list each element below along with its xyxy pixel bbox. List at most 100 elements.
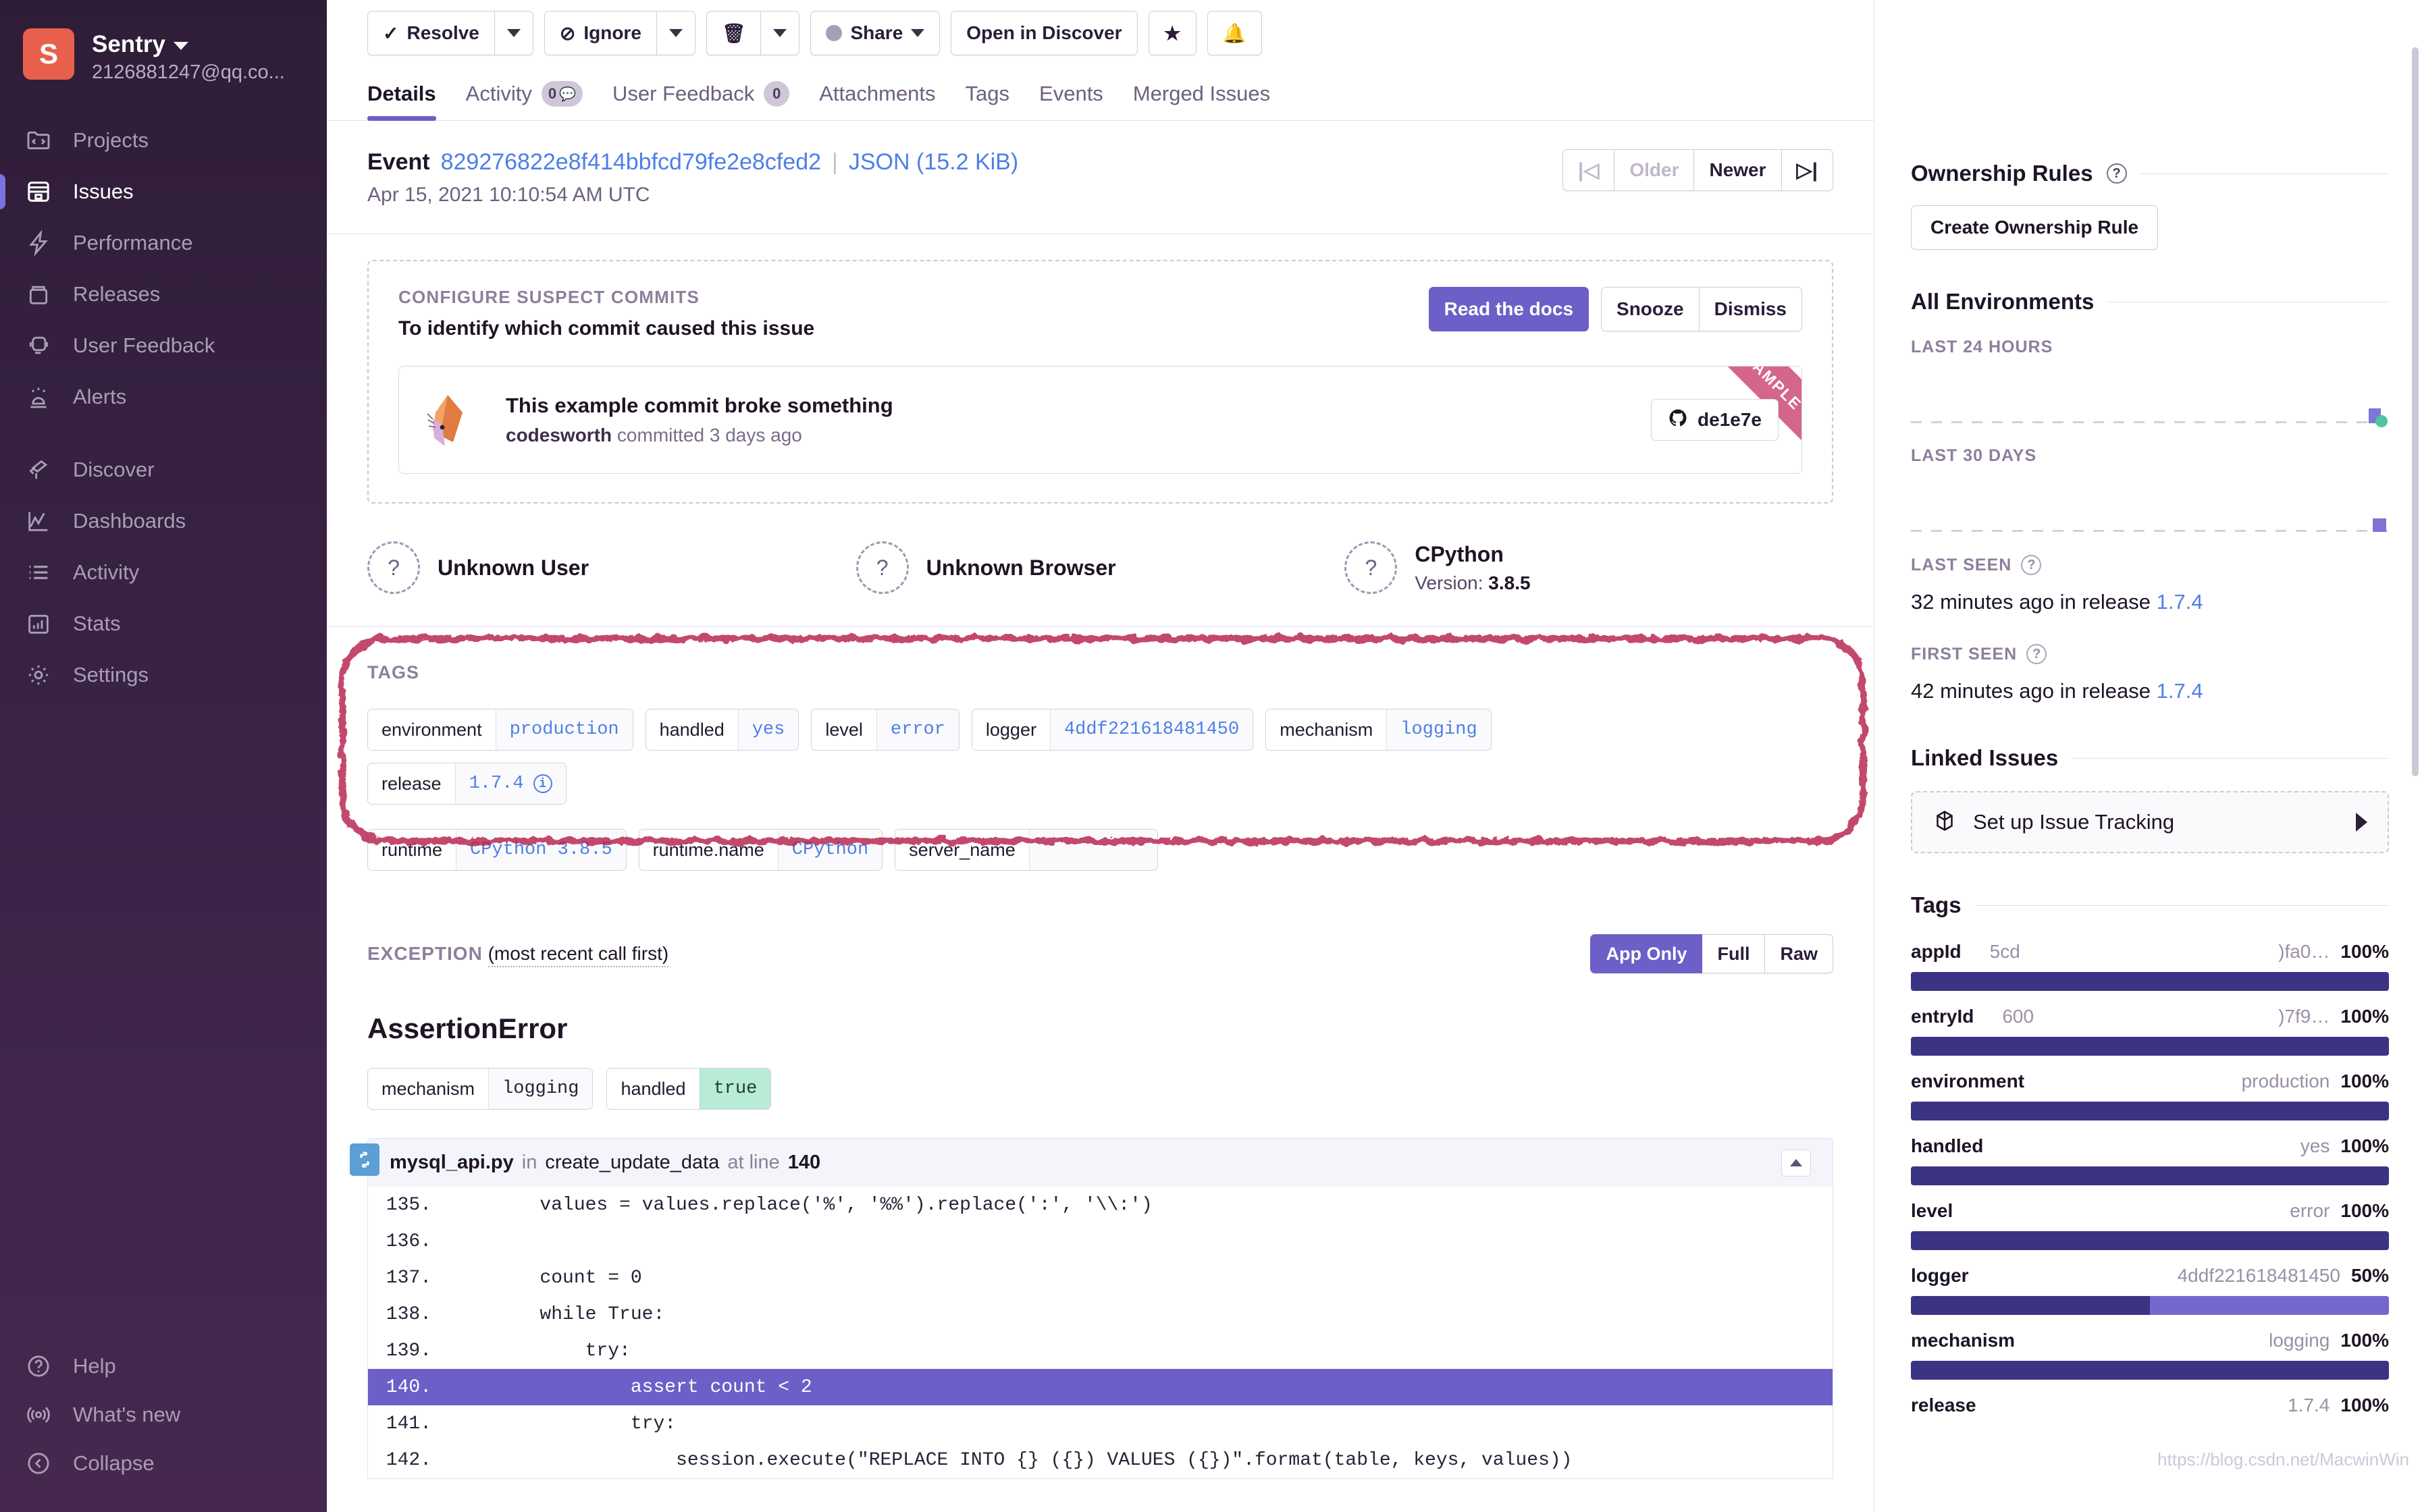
sidebar-item-settings[interactable]: Settings <box>0 649 327 701</box>
tab-merged-issues[interactable]: Merged Issues <box>1133 81 1270 120</box>
tag-distribution-item[interactable]: environment production 100% <box>1911 1071 2389 1120</box>
sidebar-item-collapse[interactable]: Collapse <box>0 1439 327 1488</box>
last-seen-value: 32 minutes ago in release 1.7.4 <box>1911 590 2203 614</box>
sidebar-item-dashboards[interactable]: Dashboards <box>0 495 327 547</box>
dismiss-button[interactable]: Dismiss <box>1699 287 1802 331</box>
sidebar-item-whats-new[interactable]: What's new <box>0 1390 327 1439</box>
view-full-button[interactable]: Full <box>1702 934 1766 973</box>
snooze-label: Snooze <box>1616 298 1684 319</box>
resolve-dropdown-button[interactable] <box>494 11 533 55</box>
tag-pill[interactable]: runtime CPython 3.8.5 <box>367 829 627 871</box>
sidebar-item-label: Settings <box>73 663 149 686</box>
tag-distribution-item[interactable]: level error 100% <box>1911 1200 2389 1250</box>
event-id-link[interactable]: 829276822e8f414bbfcd79fe2e8cfed2 <box>441 149 821 176</box>
tag-pill[interactable]: runtime.name CPython <box>638 829 883 871</box>
info-icon[interactable]: i <box>533 774 552 793</box>
tab-attachments[interactable]: Attachments <box>819 81 935 120</box>
sparkline-baseline <box>1911 421 2389 423</box>
sidebar-item-discover[interactable]: Discover <box>0 444 327 495</box>
tag-distribution-item[interactable]: handled yes 100% <box>1911 1135 2389 1185</box>
read-the-docs-button[interactable]: Read the docs <box>1428 287 1589 331</box>
last-24-hours-label: LAST 24 HOURS <box>1911 338 2053 356</box>
collapse-frame-button[interactable] <box>1781 1149 1811 1177</box>
question-icon[interactable]: ? <box>2026 644 2047 664</box>
question-avatar-icon: ? <box>1344 541 1398 594</box>
sidebar-item-projects[interactable]: Projects <box>0 115 327 166</box>
newer-event-button[interactable]: Newer <box>1694 149 1782 191</box>
stack-frame-header[interactable]: mysql_api.py in create_update_data at li… <box>367 1138 1833 1187</box>
event-json-link[interactable]: JSON (15.2 KiB) <box>849 149 1018 176</box>
sidebar-item-stats[interactable]: Stats <box>0 598 327 649</box>
sidebar-item-user-feedback[interactable]: User Feedback <box>0 320 327 371</box>
share-button[interactable]: Share <box>810 11 941 55</box>
line-chart-icon <box>24 507 53 535</box>
sidebar: S Sentry 2126881247@qq.co... Projects Is… <box>0 0 327 1512</box>
first-seen-value: 42 minutes ago in release 1.7.4 <box>1911 679 2203 703</box>
first-seen-release-link[interactable]: 1.7.4 <box>2157 679 2203 703</box>
exception-tag-handled[interactable]: handled true <box>606 1068 772 1110</box>
tag-distribution-bar <box>1911 1231 2389 1250</box>
tab-tags[interactable]: Tags <box>966 81 1009 120</box>
open-in-discover-button[interactable]: Open in Discover <box>951 11 1138 55</box>
tag-pill[interactable]: level error <box>811 709 959 751</box>
org-switcher[interactable]: S Sentry 2126881247@qq.co... <box>0 28 327 84</box>
commit-author-avatar <box>422 389 483 450</box>
sidebar-item-performance[interactable]: Performance <box>0 217 327 269</box>
create-ownership-rule-button[interactable]: Create Ownership Rule <box>1911 205 2159 250</box>
sidebar-item-label: Issues <box>73 180 134 203</box>
resolve-button[interactable]: ✓ Resolve <box>367 11 495 55</box>
sidebar-item-help[interactable]: Help <box>0 1342 327 1390</box>
last-seen-release-link[interactable]: 1.7.4 <box>2157 590 2203 614</box>
code-line-highlighted: 140. assert count < 2 <box>368 1369 1833 1405</box>
folder-code-icon <box>24 126 53 155</box>
sidebar-item-label: Releases <box>73 282 161 306</box>
sidebar-item-alerts[interactable]: Alerts <box>0 371 327 423</box>
snooze-button[interactable]: Snooze <box>1601 287 1700 331</box>
tab-events[interactable]: Events <box>1039 81 1103 120</box>
set-up-issue-tracking-button[interactable]: Set up Issue Tracking <box>1911 791 2389 853</box>
sidebar-item-releases[interactable]: Releases <box>0 269 327 320</box>
tag-distribution-item[interactable]: release 1.7.4 100% <box>1911 1395 2389 1416</box>
tab-user-feedback[interactable]: User Feedback 0 <box>612 81 790 120</box>
tag-pill[interactable]: logger 4ddf221618481450 <box>971 709 1254 751</box>
support-icon <box>24 331 53 360</box>
sidebar-item-activity[interactable]: Activity <box>0 547 327 598</box>
ignore-dropdown-button[interactable] <box>656 11 695 55</box>
bookmark-button[interactable]: ★ <box>1148 11 1196 55</box>
delete-button[interactable]: 🗑 <box>706 11 762 55</box>
latest-event-button[interactable]: ▷| <box>1781 149 1833 191</box>
tag-distribution-item[interactable]: mechanism logging 100% <box>1911 1330 2389 1380</box>
tab-activity[interactable]: Activity 0 💬 <box>466 81 583 120</box>
linked-issues-title: Linked Issues <box>1911 745 2059 770</box>
event-pagination: |◁ Older Newer ▷| <box>1562 149 1833 191</box>
commit-sha-button[interactable]: de1e7e <box>1651 399 1779 441</box>
tag-distribution-item[interactable]: entryId 600 )7f9… 100% <box>1911 1006 2389 1056</box>
older-event-button[interactable]: Older <box>1614 149 1695 191</box>
code-line: 137. count = 0 <box>386 1267 642 1289</box>
exception-tag-mechanism[interactable]: mechanism logging <box>367 1068 594 1110</box>
page-scrollbar[interactable] <box>2412 47 2419 776</box>
org-name-row: Sentry <box>92 31 285 58</box>
view-app-only-button[interactable]: App Only <box>1590 934 1703 973</box>
tag-pill[interactable]: handled yes <box>645 709 799 751</box>
tag-pill[interactable]: mechanism logging <box>1265 709 1492 751</box>
ignore-button[interactable]: ⊘ Ignore <box>544 11 657 55</box>
question-icon[interactable]: ? <box>2106 163 2127 184</box>
view-raw-button[interactable]: Raw <box>1765 934 1833 973</box>
tag-pill[interactable]: server_name <box>895 829 1158 871</box>
sidebar-item-issues[interactable]: Issues <box>0 166 327 217</box>
tab-details[interactable]: Details <box>367 81 436 121</box>
first-event-button[interactable]: |◁ <box>1562 149 1615 191</box>
ownership-rules-header: Ownership Rules ? <box>1911 161 2389 186</box>
tag-distribution-item[interactable]: logger 4ddf221618481450 50% <box>1911 1265 2389 1315</box>
tag-pill[interactable]: environment production <box>367 709 633 751</box>
telescope-icon <box>24 456 53 484</box>
tag-distribution-item[interactable]: appId 5cd )fa0… 100% <box>1911 941 2389 991</box>
subscribe-button[interactable]: 🔔 <box>1207 11 1262 55</box>
tag-pill[interactable]: release 1.7.4 i <box>367 763 567 805</box>
delete-dropdown-button[interactable] <box>761 11 800 55</box>
sidebar-item-label: Discover <box>73 458 155 481</box>
chevron-down-icon[interactable] <box>173 42 188 50</box>
activity-count-badge: 0 💬 <box>541 81 583 107</box>
question-icon[interactable]: ? <box>2021 555 2042 575</box>
